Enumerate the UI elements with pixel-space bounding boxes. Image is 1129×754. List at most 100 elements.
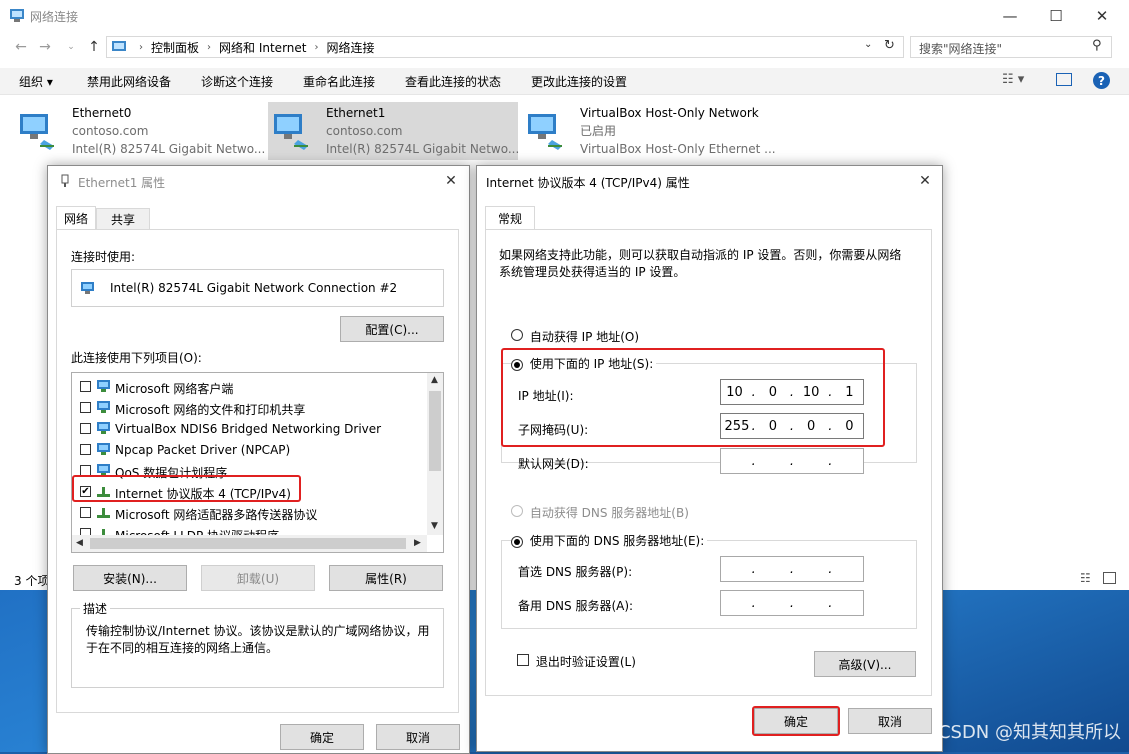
up-arrow-icon[interactable]: ↑ [83,33,105,61]
horizontal-scrollbar[interactable]: ◀ ▶ [72,535,427,552]
scroll-down-icon[interactable]: ▼ [431,521,438,531]
control-panel-icon [112,41,126,51]
connect-using-label: 连接时使用: [71,250,136,264]
list-item[interactable]: Microsoft 网络客户端 [80,377,420,397]
adapter-ethernet1[interactable]: Ethernet1 contoso.com Intel(R) 82574L Gi… [268,102,519,160]
close-icon[interactable]: ✕ [1079,0,1125,31]
back-arrow-icon[interactable]: ← [10,33,32,61]
properties-button[interactable]: 属性(R) [329,565,443,591]
search-input[interactable]: 搜索"网络连接" [910,36,1112,58]
cancel-button[interactable]: 取消 [376,724,460,750]
description-group: 描述 传输控制协议/Internet 协议。该协议是默认的广域网络协议，用于在不… [71,600,444,688]
items-label: 此连接使用下列项目(O): [71,351,202,365]
breadcrumb-network-internet[interactable]: 网络和 Internet [219,39,306,56]
validate-checkbox[interactable] [517,654,529,666]
advanced-button[interactable]: 高级(V)... [814,651,916,677]
scrollbar-thumb[interactable] [429,391,441,471]
auto-ip-option[interactable]: 自动获得 IP 地址(O) [511,328,639,345]
close-icon[interactable]: ✕ [914,170,936,192]
view-status-button[interactable]: 查看此连接的状态 [405,73,501,90]
auto-ip-label: 自动获得 IP 地址(O) [529,330,640,344]
dialog-title-bar: Internet 协议版本 4 (TCP/IPv4) 属性 [477,166,942,196]
item-checkbox[interactable] [80,381,91,392]
intro-text: 如果网络支持此功能，则可以获取自动指派的 IP 设置。否则，你需要从网络系统管理… [499,248,902,279]
validate-option[interactable]: 退出时验证设置(L) [517,653,636,670]
recent-chevron-icon[interactable]: ⌄ [60,33,82,61]
item-checkbox[interactable] [80,528,91,535]
install-button[interactable]: 安装(N)... [73,565,187,591]
items-list: Microsoft 网络客户端 Microsoft 网络的文件和打印机共享 Vi… [72,373,427,535]
minimize-icon[interactable]: — [987,0,1033,31]
list-item[interactable]: Microsoft 网络适配器多路传送器协议 [80,503,420,523]
refresh-icon[interactable]: ↻ [884,38,895,53]
watermark: CSDN @知其知其所以 [937,722,1121,743]
ip-highlight-box [501,348,885,447]
breadcrumb-network-connections[interactable]: 网络连接 [326,39,374,56]
close-icon[interactable]: ✕ [440,170,462,192]
help-icon[interactable]: ? [1093,72,1110,89]
list-item[interactable]: Microsoft 网络的文件和打印机共享 [80,398,420,418]
disable-device-button[interactable]: 禁用此网络设备 [87,73,171,90]
scroll-up-icon[interactable]: ▲ [431,375,438,385]
description-label: 描述 [80,600,111,617]
ipv4-properties-dialog: Internet 协议版本 4 (TCP/IPv4) 属性 ✕ 常规 如果网络支… [476,165,943,752]
item-label: Microsoft 网络客户端 [115,382,234,396]
adapter-name: Ethernet0 [72,106,132,120]
list-item[interactable]: VirtualBox NDIS6 Bridged Networking Driv… [80,419,420,439]
cancel-button[interactable]: 取消 [848,708,932,734]
adapter-virtualbox[interactable]: VirtualBox Host-Only Network 已启用 Virtual… [522,102,782,160]
file-sharing-icon [97,401,110,413]
adapter-domain: 已启用 [580,124,617,138]
adapter-ethernet0[interactable]: Ethernet0 contoso.com Intel(R) 82574L Gi… [14,102,265,160]
network-client-icon [97,380,110,392]
auto-ip-radio[interactable] [511,329,523,341]
rename-button[interactable]: 重命名此连接 [303,73,375,90]
ethernet-properties-dialog: Ethernet1 属性 ✕ 网络 共享 连接时使用: Intel(R) 825… [47,165,470,754]
ok-button[interactable]: 确定 [280,724,364,750]
ipv4-highlight-box [72,475,301,502]
gateway-input[interactable]: ... [720,448,864,474]
item-checkbox[interactable] [80,423,91,434]
item-checkbox[interactable] [80,402,91,413]
vertical-scrollbar[interactable]: ▲ ▼ [427,373,443,535]
details-view-icon[interactable]: ☷ [1080,571,1091,585]
list-item[interactable]: Microsoft LLDP 协议驱动程序 [80,524,420,535]
change-settings-button[interactable]: 更改此连接的设置 [531,73,627,90]
scroll-left-icon[interactable]: ◀ [76,538,83,548]
list-item[interactable]: Npcap Packet Driver (NPCAP) [80,440,420,460]
maximize-icon[interactable]: ☐ [1033,0,1079,31]
auto-dns-option: 自动获得 DNS 服务器地址(B) [511,504,689,521]
address-dropdown-icon[interactable]: ⌄ [864,39,872,50]
preferred-dns-input[interactable]: ... [720,556,864,582]
tab-sharing[interactable]: 共享 [96,208,150,230]
dialog-title: Ethernet1 属性 [78,176,166,190]
protocol-icon [102,529,105,535]
manual-dns-radio[interactable] [511,536,523,548]
organize-menu[interactable]: 组织 ▾ [19,73,53,90]
item-count: 3 个项 [14,574,50,588]
preview-pane-icon[interactable] [1056,73,1072,86]
large-icons-view-icon[interactable] [1103,572,1116,584]
scrollbar-thumb[interactable] [90,538,406,549]
items-listbox[interactable]: Microsoft 网络客户端 Microsoft 网络的文件和打印机共享 Vi… [71,372,444,553]
tab-general[interactable]: 常规 [485,206,535,230]
item-checkbox[interactable] [80,507,91,518]
forward-arrow-icon[interactable]: → [34,33,56,61]
adapter-name-box: Intel(R) 82574L Gigabit Network Connecti… [71,269,444,307]
item-checkbox[interactable] [80,444,91,455]
address-bar[interactable]: › 控制面板 › 网络和 Internet › 网络连接 [106,36,904,58]
view-options-icon[interactable]: ☷ ▾ [1002,72,1024,87]
tab-network[interactable]: 网络 [56,206,96,230]
driver-icon [97,443,110,455]
breadcrumb-control-panel[interactable]: 控制面板 [151,39,199,56]
preferred-dns-label: 首选 DNS 服务器(P): [518,565,633,579]
description-text: 传输控制协议/Internet 协议。该协议是默认的广域网络协议，用于在不同的相… [86,624,430,655]
dialog-title-bar: Ethernet1 属性 [48,166,469,196]
alternate-dns-label: 备用 DNS 服务器(A): [518,599,634,613]
diagnose-button[interactable]: 诊断这个连接 [201,73,273,90]
configure-button[interactable]: 配置(C)... [340,316,444,342]
alternate-dns-input[interactable]: ... [720,590,864,616]
scroll-right-icon[interactable]: ▶ [414,538,421,548]
manual-dns-option[interactable]: 使用下面的 DNS 服务器地址(E): [511,532,708,549]
network-adapter-icon [20,114,54,150]
